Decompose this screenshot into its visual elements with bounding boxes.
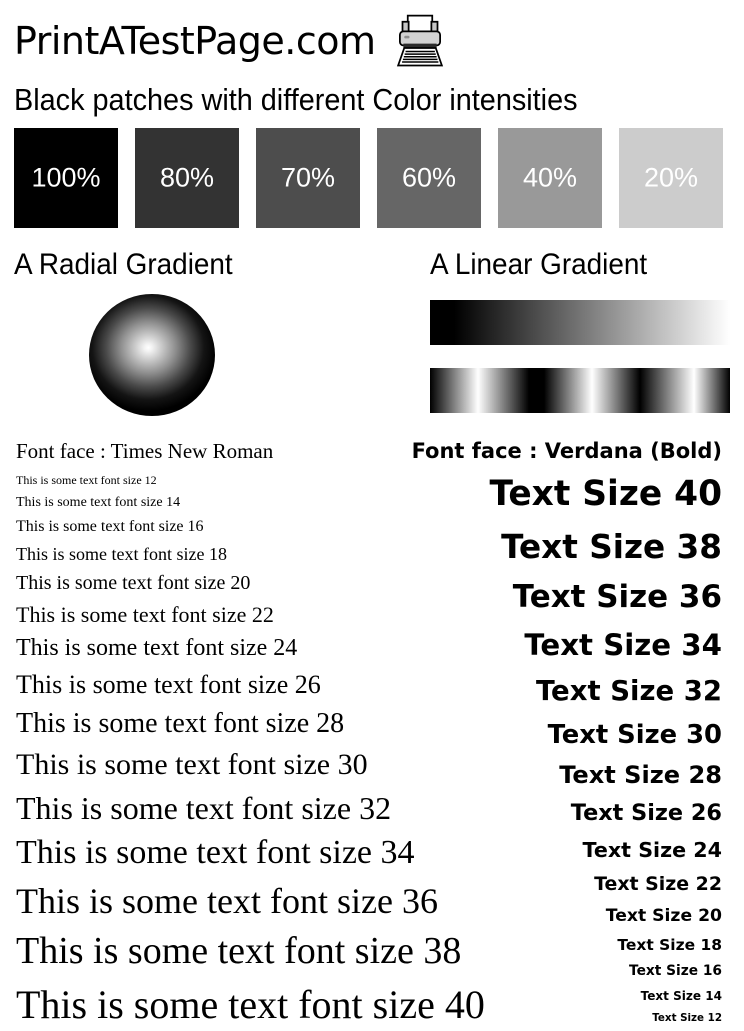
linear-gradient-heading: A Linear Gradient	[430, 248, 647, 282]
radial-gradient-heading: A Radial Gradient	[14, 248, 233, 282]
patch-label: 80%	[135, 162, 239, 192]
patch-swatch: 40%	[498, 128, 602, 228]
patch-label: 100%	[14, 162, 118, 192]
site-title: PrintATestPage.com	[14, 19, 376, 63]
sans-sample-line: Text Size 38	[302, 522, 722, 573]
sans-sample-line: Text Size 36	[302, 573, 722, 622]
patch-label: 20%	[619, 162, 723, 192]
page-header: PrintATestPage.com	[14, 10, 730, 72]
patch-row: 100% 80% 70% 60% 40% 20%	[14, 128, 730, 228]
sans-sample-line: Text Size 34	[302, 622, 722, 669]
sans-sample-line: Text Size 14	[302, 985, 722, 1008]
sans-sample-line: Text Size 32	[302, 669, 722, 713]
sans-font-column: Font face : Verdana (Bold) Text Size 40 …	[302, 438, 722, 1029]
sans-sample-line: Text Size 40	[302, 468, 722, 522]
sans-sample-line: Text Size 30	[302, 714, 722, 756]
patches-heading: Black patches with different Color inten…	[14, 82, 578, 118]
sans-sample-line: Text Size 24	[302, 833, 722, 868]
sans-sample-line: Text Size 16	[302, 959, 722, 985]
printer-icon	[392, 13, 448, 69]
linear-gradient-swatch	[430, 300, 730, 345]
sans-sample-line: Text Size 20	[302, 901, 722, 931]
repeating-linear-gradient-swatch	[430, 368, 730, 413]
sans-column-heading: Font face : Verdana (Bold)	[302, 438, 722, 464]
sans-sample-line: Text Size 26	[302, 795, 722, 832]
patch-label: 40%	[498, 162, 602, 192]
patch-label: 70%	[256, 162, 360, 192]
patch-swatch: 60%	[377, 128, 481, 228]
sans-sample-line: Text Size 22	[302, 868, 722, 901]
radial-gradient-swatch	[89, 294, 215, 416]
test-page: PrintATestPage.com Black	[0, 0, 744, 957]
patch-swatch: 20%	[619, 128, 723, 228]
sans-sample-line: Text Size 18	[302, 931, 722, 959]
patch-label: 60%	[377, 162, 481, 192]
patch-swatch: 70%	[256, 128, 360, 228]
patch-swatch: 100%	[14, 128, 118, 228]
sans-sample-line: Text Size 12	[302, 1008, 722, 1029]
sans-sample-line: Text Size 28	[302, 756, 722, 796]
patch-swatch: 80%	[135, 128, 239, 228]
